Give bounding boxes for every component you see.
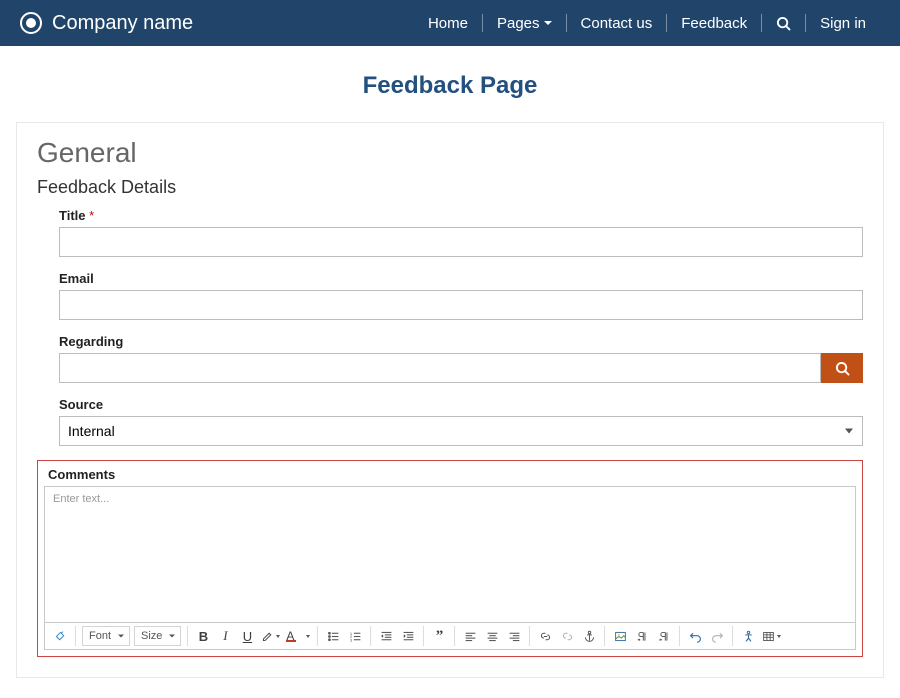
blockquote-button[interactable]: ” <box>428 625 450 647</box>
text-color-button[interactable]: A <box>283 625 313 647</box>
align-right-button[interactable] <box>503 625 525 647</box>
highlight-icon <box>261 630 274 643</box>
unlink-button[interactable] <box>556 625 578 647</box>
required-indicator: * <box>89 208 94 223</box>
email-input[interactable] <box>59 290 863 320</box>
brand-name: Company name <box>52 12 193 35</box>
nav-links: Home Pages Contact us Feedback Sign in <box>414 14 880 32</box>
title-label-text: Title <box>59 208 86 223</box>
comments-highlight: Comments Enter text... Font Size <box>37 460 863 657</box>
nav-pages-label: Pages <box>497 15 540 32</box>
regarding-lookup-button[interactable] <box>821 353 863 383</box>
unlink-icon <box>561 630 574 643</box>
number-list-button[interactable]: 123 <box>344 625 366 647</box>
editor-toolbar: Font Size B I U A <box>45 622 855 649</box>
brand[interactable]: Company name <box>20 12 193 35</box>
chevron-down-icon <box>544 21 552 25</box>
ltr-icon <box>636 630 649 643</box>
nav-home[interactable]: Home <box>414 15 482 32</box>
brand-logo-icon <box>20 12 42 34</box>
image-icon <box>614 630 627 643</box>
section-heading: General <box>37 137 863 169</box>
nav-signin[interactable]: Sign in <box>806 15 880 32</box>
outdent-icon <box>380 630 393 643</box>
font-dropdown[interactable]: Font <box>82 626 130 646</box>
indent-icon <box>402 630 415 643</box>
size-dropdown[interactable]: Size <box>134 626 181 646</box>
indent-button[interactable] <box>397 625 419 647</box>
navbar: Company name Home Pages Contact us Feedb… <box>0 0 900 46</box>
bold-button[interactable]: B <box>192 625 214 647</box>
comments-input[interactable]: Enter text... <box>45 487 855 622</box>
rtl-icon <box>658 630 671 643</box>
regarding-label: Regarding <box>59 334 863 349</box>
align-left-button[interactable] <box>459 625 481 647</box>
form-panel: General Feedback Details Title * Email R… <box>16 122 884 678</box>
regarding-input[interactable] <box>59 353 821 383</box>
nav-search[interactable] <box>762 16 805 31</box>
undo-button[interactable] <box>684 625 706 647</box>
nav-pages[interactable]: Pages <box>483 15 566 32</box>
search-icon <box>776 16 791 31</box>
nav-feedback[interactable]: Feedback <box>667 15 761 32</box>
link-icon <box>539 630 552 643</box>
highlight-button[interactable] <box>258 625 283 647</box>
link-button[interactable] <box>534 625 556 647</box>
bullet-list-button[interactable] <box>322 625 344 647</box>
anchor-button[interactable] <box>578 625 600 647</box>
format-painter-button[interactable] <box>49 625 71 647</box>
svg-text:3: 3 <box>350 637 353 642</box>
number-list-icon: 123 <box>349 630 362 643</box>
email-label: Email <box>59 271 863 286</box>
undo-icon <box>689 630 702 643</box>
title-input[interactable] <box>59 227 863 257</box>
table-button[interactable] <box>759 625 784 647</box>
search-icon <box>835 361 850 376</box>
align-center-icon <box>486 630 499 643</box>
redo-button[interactable] <box>706 625 728 647</box>
source-label: Source <box>59 397 863 412</box>
align-center-button[interactable] <box>481 625 503 647</box>
page-title: Feedback Page <box>0 72 900 100</box>
image-button[interactable] <box>609 625 631 647</box>
accessibility-icon <box>742 630 755 643</box>
rich-text-editor: Enter text... Font Size B <box>44 486 856 650</box>
source-select[interactable]: Internal <box>59 416 863 446</box>
rtl-button[interactable] <box>653 625 675 647</box>
align-left-icon <box>464 630 477 643</box>
align-right-icon <box>508 630 521 643</box>
comments-label: Comments <box>48 467 856 482</box>
accessibility-button[interactable] <box>737 625 759 647</box>
italic-button[interactable]: I <box>214 625 236 647</box>
outdent-button[interactable] <box>375 625 397 647</box>
nav-contact[interactable]: Contact us <box>567 15 667 32</box>
underline-button[interactable]: U <box>236 625 258 647</box>
redo-icon <box>711 630 724 643</box>
bullet-list-icon <box>327 630 340 643</box>
subsection-heading: Feedback Details <box>37 177 863 198</box>
title-label: Title * <box>59 208 863 223</box>
table-icon <box>762 630 775 643</box>
text-color-indicator <box>286 640 296 642</box>
ltr-button[interactable] <box>631 625 653 647</box>
anchor-icon <box>583 630 596 643</box>
format-painter-icon <box>54 630 67 643</box>
